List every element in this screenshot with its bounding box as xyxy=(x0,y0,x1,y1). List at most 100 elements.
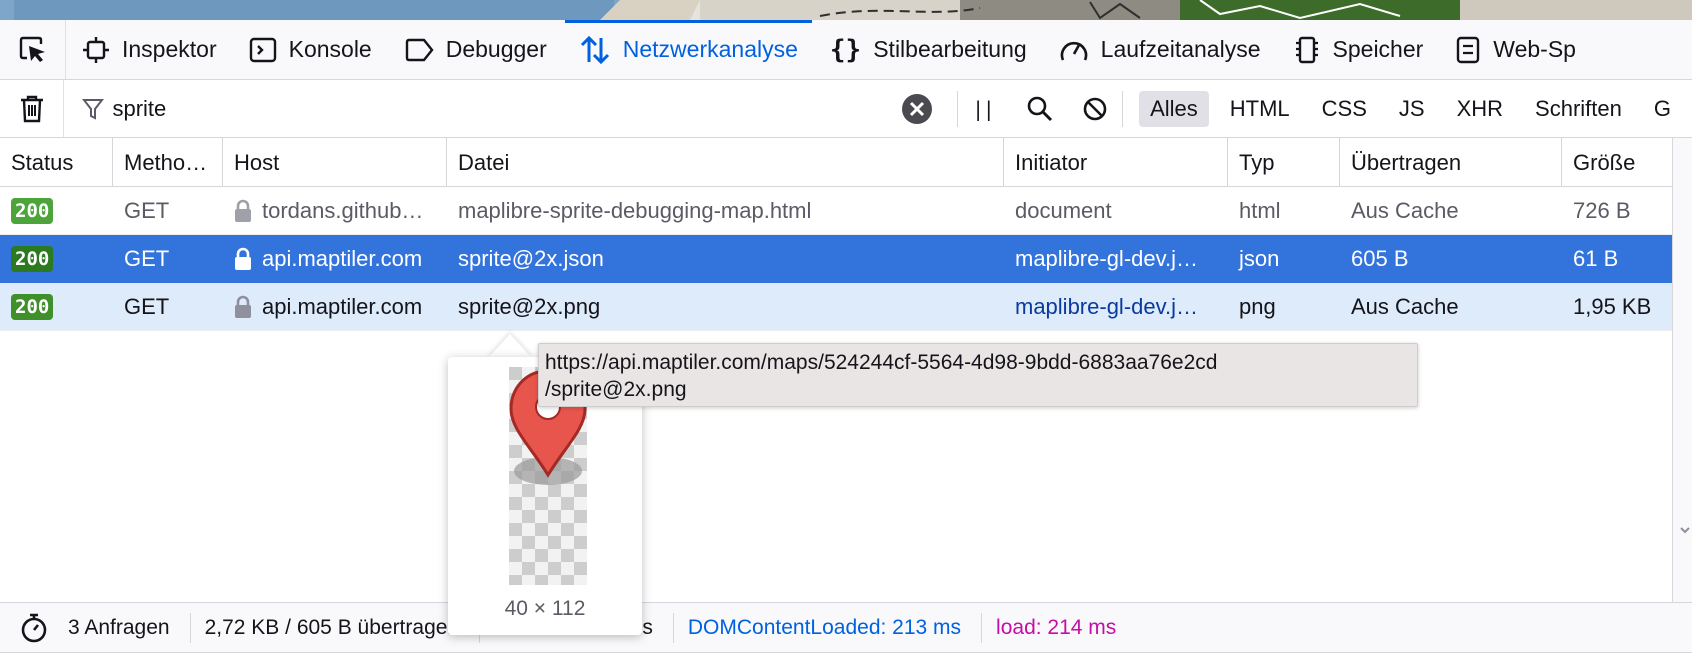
tab-network-label: Netzwerkanalyse xyxy=(622,36,798,62)
page-map-strip xyxy=(0,0,1692,20)
request-initiator-link[interactable]: maplibre-gl-dev.j… xyxy=(1015,246,1198,272)
console-icon xyxy=(249,37,276,62)
lock-icon xyxy=(235,295,251,318)
stopwatch-icon xyxy=(21,613,47,642)
status-badge: 200 xyxy=(11,198,54,224)
url-tooltip-line-1: https://api.maptiler.com/maps/524244cf-5… xyxy=(545,351,1218,374)
status-badge: 200 xyxy=(11,294,54,320)
tab-storage[interactable]: Web-Sp xyxy=(1439,20,1592,79)
pause-recording-button[interactable]: || xyxy=(958,80,1013,137)
search-icon xyxy=(1027,96,1053,121)
block-icon xyxy=(1083,97,1107,120)
request-method: GET xyxy=(124,198,170,223)
tab-debugger[interactable]: Debugger xyxy=(388,20,563,79)
request-host-text: api.maptiler.com xyxy=(262,246,423,271)
tab-performance-label: Laufzeitanalyse xyxy=(1100,36,1261,62)
memory-icon xyxy=(1295,36,1318,63)
tab-storage-label: Web-Sp xyxy=(1493,36,1576,62)
request-file: sprite@2x.json xyxy=(458,246,604,271)
status-transferred: 2,72 KB / 605 B übertragen xyxy=(191,612,481,643)
request-size: 726 B xyxy=(1573,198,1631,223)
status-badge: 200 xyxy=(11,246,54,272)
request-initiator: document xyxy=(1015,198,1112,223)
element-picker-button[interactable] xyxy=(0,20,66,79)
url-tooltip-line-2: /sprite@2x.png xyxy=(545,378,687,401)
column-status[interactable]: Status xyxy=(0,138,113,187)
type-filter-xhr[interactable]: XHR xyxy=(1446,91,1514,127)
request-file: maplibre-sprite-debugging-map.html xyxy=(458,198,812,223)
network-status-bar: 3 Anfragen 2,72 KB / 605 B übertragen Be… xyxy=(0,602,1692,652)
request-host: tordans.github… xyxy=(223,187,447,235)
storage-icon xyxy=(1457,36,1480,63)
status-domcontentloaded: DOMContentLoaded: 213 ms xyxy=(674,612,983,643)
request-method: GET xyxy=(124,246,170,271)
devtools-toolbar: Inspektor Konsole Debugger Netzwerkanaly… xyxy=(0,20,1692,80)
table-row[interactable]: 200 GET tordans.github… maplibre-sprite-… xyxy=(0,187,1672,235)
column-host[interactable]: Host xyxy=(223,138,447,187)
url-tooltip: https://api.maptiler.com/maps/524244cf-5… xyxy=(538,343,1418,407)
request-type: png xyxy=(1239,294,1276,319)
filter-divider-2 xyxy=(1122,90,1124,127)
tab-console-label: Konsole xyxy=(288,36,372,62)
request-table: Status Metho… Host Datei Initiator Typ Ü… xyxy=(0,138,1672,331)
request-host-text: tordans.github… xyxy=(262,198,424,223)
request-host: api.maptiler.com xyxy=(223,283,447,331)
type-filter-css[interactable]: CSS xyxy=(1311,91,1378,127)
url-filter-input[interactable] xyxy=(112,95,893,122)
style-editor-icon: {} xyxy=(829,34,862,65)
tab-memory-label: Speicher xyxy=(1332,36,1424,62)
filter-icon xyxy=(82,98,105,120)
tab-inspector[interactable]: Inspektor xyxy=(66,20,233,79)
clear-circle-icon xyxy=(902,93,933,124)
request-transferred: Aus Cache xyxy=(1351,198,1459,223)
request-size: 61 B xyxy=(1573,246,1619,271)
tab-inspector-label: Inspektor xyxy=(122,36,217,62)
column-size[interactable]: Größe xyxy=(1562,138,1672,187)
clear-filter-button[interactable] xyxy=(901,93,933,130)
request-host-text: api.maptiler.com xyxy=(262,294,423,319)
column-file[interactable]: Datei xyxy=(447,138,1004,187)
trash-icon xyxy=(20,95,43,122)
table-header: Status Metho… Host Datei Initiator Typ Ü… xyxy=(0,138,1672,187)
type-filter-all[interactable]: Alles xyxy=(1139,90,1209,127)
request-file: sprite@2x.png xyxy=(458,294,601,319)
tab-performance[interactable]: Laufzeitanalyse xyxy=(1043,20,1277,79)
bottom-panel-edge xyxy=(0,652,1692,668)
search-button[interactable] xyxy=(1013,80,1068,137)
debugger-icon xyxy=(405,38,434,61)
network-filter-bar: || Alles HTML CSS JS XHR Schriften G xyxy=(0,80,1692,138)
performance-icon xyxy=(1060,41,1087,61)
column-method[interactable]: Metho… xyxy=(113,138,223,187)
type-filter-js[interactable]: JS xyxy=(1388,91,1436,127)
column-initiator[interactable]: Initiator xyxy=(1004,138,1228,187)
tab-style-editor[interactable]: {} Stilbearbeitung xyxy=(814,20,1043,79)
block-requests-button[interactable] xyxy=(1067,80,1122,137)
scroll-arrow-icon xyxy=(1680,527,1690,534)
type-filter-group: Alles HTML CSS JS XHR Schriften G xyxy=(1139,90,1692,127)
type-filter-more[interactable]: G xyxy=(1643,91,1682,127)
preview-arrow xyxy=(488,334,532,358)
request-transferred: 605 B xyxy=(1351,246,1409,271)
pause-icon: || xyxy=(974,96,997,121)
clear-requests-button[interactable] xyxy=(0,80,65,137)
tab-style-editor-label: Stilbearbeitung xyxy=(873,36,1027,62)
lock-icon xyxy=(235,247,251,270)
tab-memory[interactable]: Speicher xyxy=(1277,20,1440,79)
status-load: load: 214 ms xyxy=(996,615,1117,639)
type-filter-html[interactable]: HTML xyxy=(1219,91,1301,127)
lock-icon xyxy=(235,199,251,222)
url-filter xyxy=(64,80,957,137)
column-type[interactable]: Typ xyxy=(1228,138,1340,187)
table-row[interactable]: 200 GET api.maptiler.com sprite@2x.png m… xyxy=(0,283,1672,331)
request-initiator-link[interactable]: maplibre-gl-dev.j… xyxy=(1015,294,1198,320)
vertical-scrollbar[interactable] xyxy=(1672,138,1692,602)
performance-analysis-button[interactable] xyxy=(0,612,68,644)
table-row[interactable]: 200 GET api.maptiler.com sprite@2x.json … xyxy=(0,235,1672,283)
status-request-count: 3 Anfragen xyxy=(68,612,191,643)
tab-network[interactable]: Netzwerkanalyse xyxy=(563,20,814,79)
type-filter-fonts[interactable]: Schriften xyxy=(1524,91,1633,127)
network-icon xyxy=(580,35,609,64)
column-transferred[interactable]: Übertragen xyxy=(1340,138,1562,187)
request-size: 1,95 KB xyxy=(1573,294,1652,319)
tab-console[interactable]: Konsole xyxy=(233,20,388,79)
